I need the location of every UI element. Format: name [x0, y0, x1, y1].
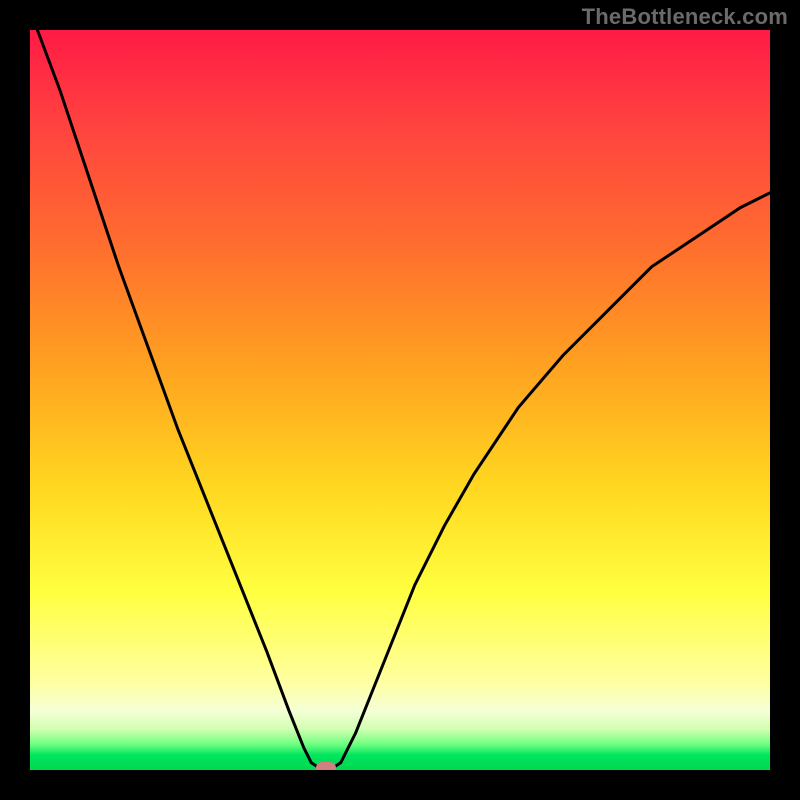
plot-area — [30, 30, 770, 770]
optimum-marker — [316, 762, 336, 770]
bottleneck-curve — [30, 30, 770, 770]
watermark-text: TheBottleneck.com — [582, 4, 788, 30]
